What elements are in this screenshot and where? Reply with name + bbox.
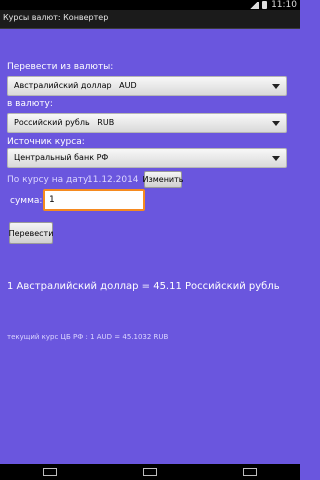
recents-icon[interactable] [243,468,257,476]
nav-bar [0,464,300,480]
convert-button[interactable]: Перевести [9,222,53,244]
from-currency-spinner[interactable]: Австралийский доллар AUD [7,76,287,96]
source-value: Центральный банк РФ [14,153,109,162]
amount-value: 1 [49,195,55,205]
to-currency-spinner[interactable]: Российский рубль RUB [7,113,287,133]
back-icon[interactable] [43,468,57,476]
from-currency-value: Австралийский доллар AUD [14,81,137,90]
app-title-bar: Курсы валют: Конвертер [0,10,300,29]
status-icons [249,1,268,9]
current-rate: текущий курс ЦБ РФ : 1 AUD = 45.1032 RUB [7,333,169,341]
amount-label: сумма: [10,196,43,206]
home-icon[interactable] [143,468,157,476]
from-currency-label: Перевести из валюты: [7,62,114,72]
amount-input[interactable]: 1 [43,189,145,211]
source-label: Источник курса: [7,137,85,147]
status-time: 11:10 [271,0,297,10]
dropdown-arrow-icon [272,121,280,126]
to-currency-label: в валюту: [7,99,53,109]
dropdown-arrow-icon [272,84,280,89]
conversion-result: 1 Австралийский доллар = 45.11 Российски… [7,281,280,292]
app-title: Курсы валют: Конвертер [3,13,109,22]
signal-icon [249,1,260,9]
dropdown-arrow-icon [272,156,280,161]
status-bar: 11:10 [0,0,300,10]
date-value: 11.12.2014 [87,175,139,185]
to-currency-value: Российский рубль RUB [14,118,115,127]
date-label: По курсу на дату: [7,175,92,185]
battery-icon [262,1,268,9]
source-spinner[interactable]: Центральный банк РФ [7,148,287,168]
change-date-button[interactable]: Изменить [143,171,184,188]
